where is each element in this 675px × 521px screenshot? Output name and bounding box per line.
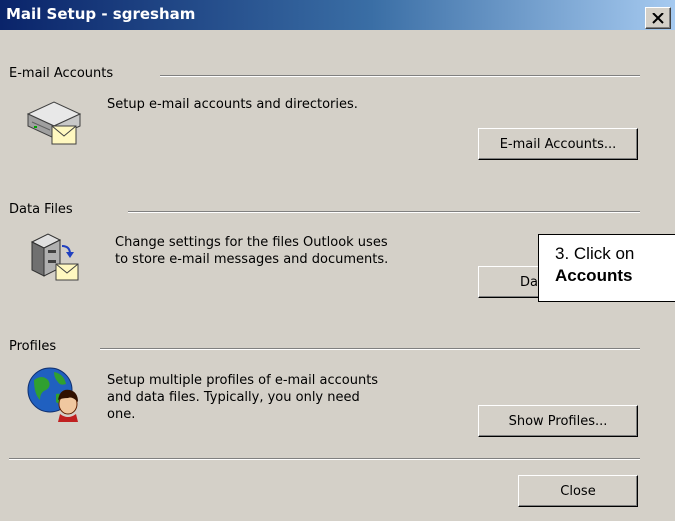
mail-setup-dialog: Mail Setup - sgresham E-mail Accounts Se… bbox=[0, 0, 675, 521]
close-window-button[interactable] bbox=[645, 7, 671, 29]
profiles-description: Setup multiple profiles of e-mail accoun… bbox=[107, 373, 379, 422]
callout-step-text: 3. Click on bbox=[555, 244, 635, 263]
profiles-divider bbox=[100, 348, 640, 350]
footer-divider bbox=[9, 458, 640, 460]
email-accounts-divider bbox=[160, 75, 640, 77]
window-title: Mail Setup - sgresham bbox=[6, 5, 196, 23]
title-bar[interactable]: Mail Setup - sgresham bbox=[0, 0, 675, 30]
data-files-icon bbox=[30, 233, 79, 281]
email-accounts-section-label: E-mail Accounts bbox=[9, 66, 114, 81]
close-button[interactable]: Close bbox=[518, 475, 638, 507]
data-files-description: Change settings for the files Outlook us… bbox=[115, 235, 389, 267]
tutorial-callout: 3. Click on Accounts bbox=[538, 234, 675, 302]
mail-server-icon bbox=[26, 101, 82, 145]
email-accounts-button[interactable]: E-mail Accounts... bbox=[478, 128, 638, 160]
data-files-section-label: Data Files bbox=[9, 202, 73, 217]
profiles-section-label: Profiles bbox=[9, 339, 57, 354]
data-files-divider bbox=[128, 211, 640, 213]
callout-bold-text: Accounts bbox=[555, 266, 633, 285]
profiles-globe-icon bbox=[27, 367, 78, 422]
email-accounts-description: Setup e-mail accounts and directories. bbox=[107, 97, 358, 112]
close-icon bbox=[652, 12, 664, 24]
show-profiles-button[interactable]: Show Profiles... bbox=[478, 405, 638, 437]
